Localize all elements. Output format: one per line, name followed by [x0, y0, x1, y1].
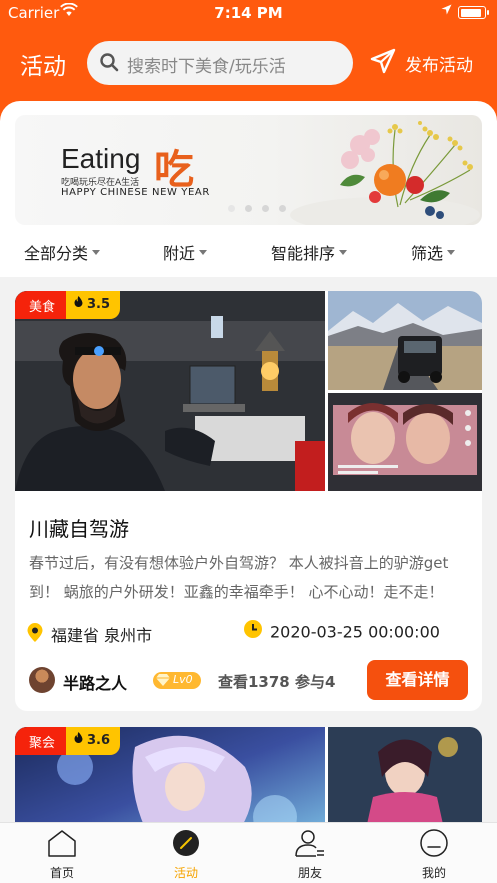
tab-bar: 首页 活动 朋友 我的 — [0, 822, 497, 883]
page-dot[interactable] — [279, 205, 286, 212]
search-input[interactable]: 搜索时下美食/玩乐活 — [87, 41, 353, 85]
search-icon — [99, 52, 119, 76]
location-pin-icon — [27, 623, 43, 646]
profile-icon — [394, 829, 474, 860]
activity-icon — [146, 829, 226, 860]
heat-value: 3.5 — [87, 297, 111, 312]
banner-tagline: HAPPY CHINESE NEW YEAR — [61, 187, 210, 198]
avatar — [29, 667, 55, 693]
tab-profile[interactable]: 我的 — [394, 829, 474, 881]
category-tag: 美食 3.5 — [15, 291, 121, 319]
activity-title: 川藏自驾游 — [29, 517, 129, 541]
search-placeholder: 搜索时下美食/玩乐活 — [127, 57, 286, 77]
category-tag: 聚会 3.6 — [15, 727, 121, 755]
view-details-button[interactable]: 查看详情 — [367, 660, 468, 700]
banner-food-illustration — [290, 121, 480, 225]
activity-time: 2020-03-25 00:00:00 — [244, 620, 440, 644]
caret-down-icon — [339, 250, 348, 255]
tab-activity[interactable]: 活动 — [146, 829, 226, 881]
page-dot[interactable] — [228, 205, 235, 212]
tab-label: 首页 — [49, 866, 74, 880]
publish-label: 发布活动 — [405, 56, 473, 76]
tab-label: 朋友 — [297, 866, 322, 880]
flame-icon — [74, 296, 83, 312]
heat-badge: 3.6 — [66, 727, 121, 755]
activity-photo-selfie — [328, 393, 482, 491]
caret-down-icon — [199, 250, 208, 255]
send-icon — [370, 48, 396, 79]
time-text: 2020-03-25 00:00:00 — [270, 622, 440, 642]
activity-card[interactable]: 美食 3.5 川藏自驾游 春节过后，有没有想体验户外自驾游？ 本人被抖音上的驴游… — [15, 291, 482, 711]
filter-bar: 全部分类 附近 智能排序 筛选 — [0, 236, 497, 266]
battery-icon — [458, 6, 489, 19]
banner-title: Eating — [61, 143, 141, 174]
filter-label: 智能排序 — [271, 244, 336, 263]
organizer-name: 半路之人 — [63, 674, 128, 693]
page-title: 活动 — [20, 54, 66, 80]
level-text: Lv0 — [173, 673, 193, 686]
filter-label: 附近 — [163, 244, 196, 263]
activity-stats: 查看1378 参与4 — [218, 673, 336, 691]
activity-photo-road — [328, 291, 482, 390]
status-bar: Carrier 7:14 PM — [0, 0, 497, 26]
page-dot[interactable] — [245, 205, 252, 212]
filter-screen[interactable]: 筛选 — [411, 240, 456, 264]
filter-nearby[interactable]: 附近 — [163, 240, 208, 264]
tab-label: 我的 — [421, 866, 446, 880]
activity-location: 福建省 泉州市 — [27, 622, 152, 648]
filter-label: 筛选 — [411, 244, 444, 263]
tab-home[interactable]: 首页 — [22, 829, 102, 881]
activity-photo-main — [15, 291, 325, 491]
location-arrow-icon — [441, 4, 452, 18]
activity-description: 春节过后，有没有想体验户外自驾游？ 本人被抖音上的驴游get到！ 蜗旅的户外研发… — [29, 554, 449, 601]
friends-icon — [270, 829, 350, 860]
clock-icon — [244, 620, 262, 642]
heat-badge: 3.5 — [66, 291, 121, 319]
location-text: 福建省 泉州市 — [51, 626, 153, 645]
page-dot[interactable] — [262, 205, 269, 212]
category-label: 美食 — [15, 291, 67, 319]
heat-value: 3.6 — [87, 733, 111, 748]
category-label: 聚会 — [15, 727, 67, 755]
tab-friends[interactable]: 朋友 — [270, 829, 350, 881]
caret-down-icon — [447, 250, 456, 255]
filter-all-categories[interactable]: 全部分类 — [24, 240, 101, 264]
home-icon — [22, 829, 102, 860]
filter-label: 全部分类 — [24, 244, 89, 263]
filter-smart-sort[interactable]: 智能排序 — [271, 240, 348, 264]
tab-label: 活动 — [173, 866, 198, 880]
diamond-icon — [156, 674, 170, 689]
level-badge: Lv0 — [153, 672, 201, 689]
caret-down-icon — [92, 250, 101, 255]
flame-icon — [74, 732, 83, 748]
clock: 7:14 PM — [214, 4, 283, 22]
